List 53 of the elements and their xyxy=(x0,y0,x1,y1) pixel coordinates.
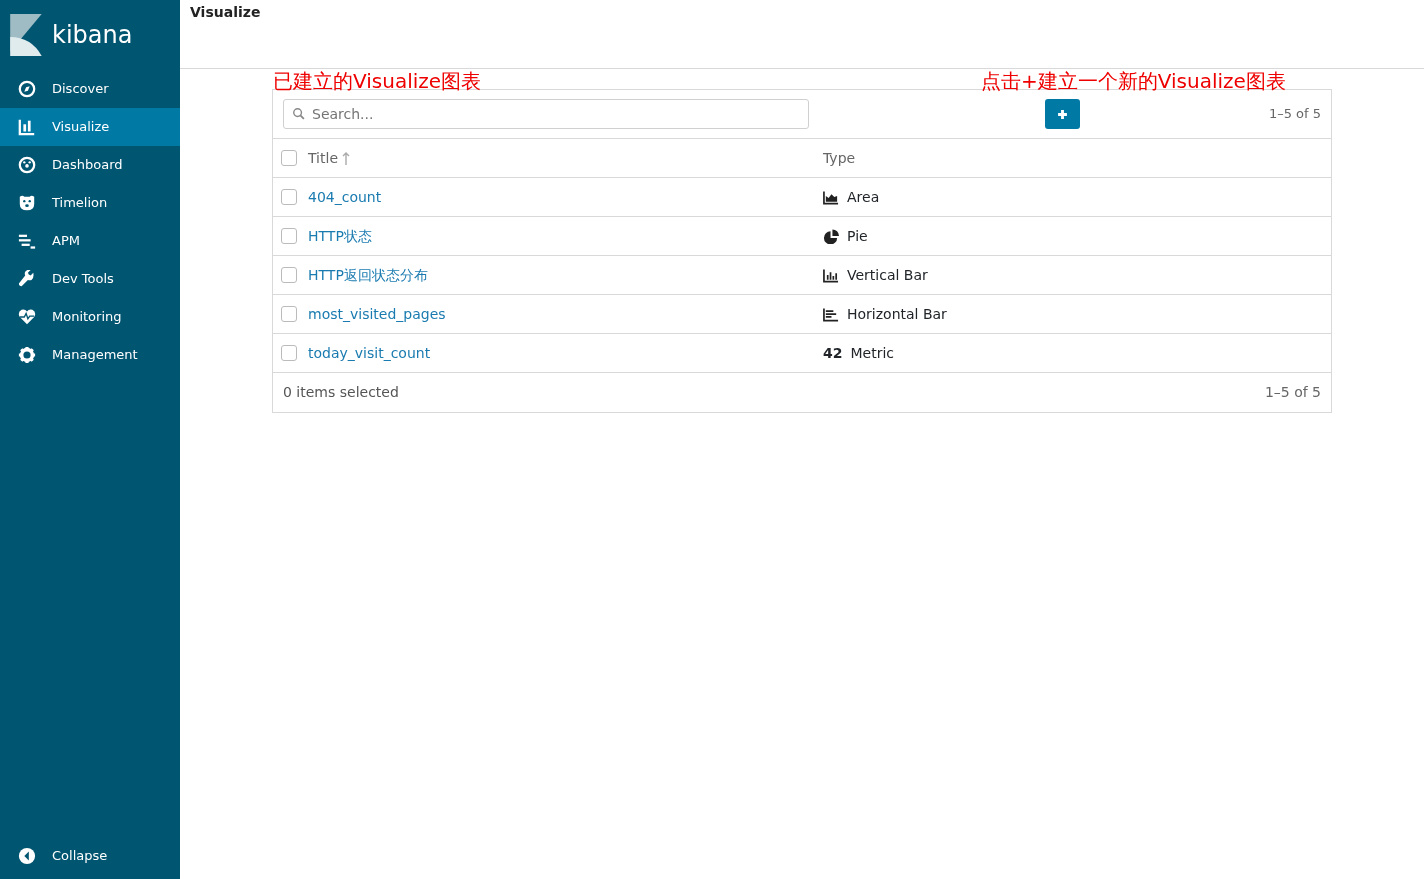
nav-item[interactable]: Visualize xyxy=(0,108,180,146)
pagination-text: 1–5 of 5 xyxy=(1264,383,1321,402)
visualization-link[interactable]: today_visit_count xyxy=(308,344,431,361)
nav-item[interactable]: Dashboard xyxy=(0,146,180,184)
visualization-link[interactable]: HTTP返回状态分布 xyxy=(308,266,428,283)
settings-icon xyxy=(18,346,36,364)
bear-face-icon xyxy=(18,194,36,212)
lines-icon xyxy=(18,232,36,250)
page-title: Visualize xyxy=(190,3,262,22)
visualization-link[interactable]: most_visited_pages xyxy=(308,305,446,322)
row-checkbox[interactable] xyxy=(281,189,297,205)
nav-item[interactable]: Monitoring xyxy=(0,298,180,336)
row-checkbox[interactable] xyxy=(281,345,297,361)
add-button[interactable] xyxy=(1045,99,1081,129)
annotation-text: 点击+建立一个新的Visualize图表 xyxy=(981,68,1286,94)
plus-icon xyxy=(1057,108,1069,120)
gauge-icon xyxy=(18,156,36,174)
pagination-text: 1–5 of 5 xyxy=(1268,105,1321,124)
search-field[interactable]: Search... xyxy=(283,99,809,129)
heartbeat-icon xyxy=(18,308,36,326)
type-label: Pie xyxy=(847,226,868,246)
compass-icon xyxy=(18,80,36,98)
wrench-icon xyxy=(18,270,36,288)
nav-item[interactable]: Dev Tools xyxy=(0,260,180,298)
pie-chart-icon xyxy=(823,228,839,244)
column-header[interactable]: Title xyxy=(308,147,338,169)
type-label: Metric xyxy=(850,343,894,363)
visualization-link[interactable]: HTTP状态 xyxy=(308,227,372,244)
nav-item[interactable]: Timelion xyxy=(0,184,180,222)
bar-chart-icon xyxy=(823,267,839,283)
nav-item[interactable]: Discover xyxy=(0,70,180,108)
row-checkbox[interactable] xyxy=(281,306,297,322)
bar-chart-icon xyxy=(18,118,36,136)
select-all-checkbox[interactable] xyxy=(281,150,297,166)
area-chart-icon xyxy=(823,189,839,205)
nav-item[interactable]: APM xyxy=(0,222,180,260)
logo-text: kibana xyxy=(52,20,133,51)
metric-value-icon: 42 xyxy=(823,342,843,364)
collapse-icon xyxy=(18,847,36,865)
row-checkbox[interactable] xyxy=(281,267,297,283)
nav-item[interactable]: Management xyxy=(0,336,180,374)
row-checkbox[interactable] xyxy=(281,228,297,244)
column-header: Type xyxy=(823,148,856,168)
horizontal-bar-chart-icon xyxy=(823,306,839,322)
type-label: Area xyxy=(847,187,880,207)
sort-arrow-icon xyxy=(342,151,350,165)
collapse-button[interactable]: Collapse xyxy=(0,837,180,875)
type-label: Vertical Bar xyxy=(847,265,928,285)
kibana-logo-icon xyxy=(10,14,44,56)
annotation-text: 已建立的Visualize图表 xyxy=(273,68,482,94)
selection-count: 0 items selected xyxy=(283,383,399,402)
type-label: Horizontal Bar xyxy=(847,304,947,324)
visualization-link[interactable]: 404_count xyxy=(308,188,382,205)
